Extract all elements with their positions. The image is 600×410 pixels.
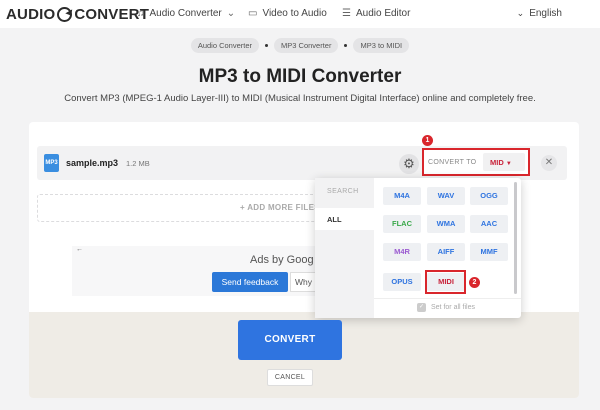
step-badge-two: 2 xyxy=(469,277,480,288)
ad-label: Ads by Goog xyxy=(250,254,314,266)
language-label: English xyxy=(529,8,562,19)
breadcrumb: Audio Converter MP3 Converter MP3 to MID… xyxy=(0,38,600,53)
logo-text-left: AUDIO xyxy=(6,6,56,23)
ad-why-button[interactable]: Why xyxy=(290,272,318,292)
format-option-opus[interactable]: OPUS xyxy=(383,273,421,291)
format-option-ogg[interactable]: OGG xyxy=(470,187,508,205)
breadcrumb-separator xyxy=(265,44,269,47)
format-option-m4r[interactable]: M4R xyxy=(383,243,421,261)
caret-down-icon: ▼ xyxy=(505,161,512,167)
mp3-file-icon: MP3 xyxy=(44,154,59,172)
format-option-flac[interactable]: FLAC xyxy=(383,215,421,233)
format-option-wav[interactable]: WAV xyxy=(427,187,465,205)
logo[interactable]: AUDIO CONVERT xyxy=(6,6,149,23)
breadcrumb-separator xyxy=(344,44,348,47)
format-category-all[interactable]: ALL xyxy=(315,208,374,230)
convert-button[interactable]: CONVERT xyxy=(238,320,342,360)
file-size: 1.2 MB xyxy=(126,159,150,168)
breadcrumb-audio-converter[interactable]: Audio Converter xyxy=(190,38,260,53)
settings-gear-icon[interactable]: ⚙ xyxy=(399,154,419,174)
cancel-button[interactable]: CANCEL xyxy=(267,369,313,386)
set-for-all-checkbox[interactable]: ✓ xyxy=(417,303,426,312)
add-more-files-label: + ADD MORE FILES xyxy=(240,203,320,212)
format-option-m4a[interactable]: M4A xyxy=(383,187,421,205)
music-note-icon: ♫ xyxy=(137,8,145,19)
nav-video-to-audio[interactable]: ▭ Video to Audio xyxy=(248,8,327,19)
format-search-input[interactable]: SEARCH xyxy=(327,188,359,195)
convert-to-label: CONVERT TO xyxy=(428,159,477,166)
format-option-mmf[interactable]: MMF xyxy=(470,243,508,261)
format-option-aiff[interactable]: AIFF xyxy=(427,243,465,261)
remove-file-close-icon[interactable]: ✕ xyxy=(541,155,557,171)
midi-highlight xyxy=(425,270,466,294)
nav-audio-converter[interactable]: ♫ Audio Converter ⌄ xyxy=(137,8,235,19)
dropdown-scrollbar[interactable] xyxy=(514,182,517,294)
video-icon: ▭ xyxy=(248,8,258,19)
page-subtitle: Convert MP3 (MPEG-1 Audio Layer-III) to … xyxy=(64,93,536,104)
page-title: MP3 to MIDI Converter xyxy=(198,66,402,87)
language-selector[interactable]: ⌄ English xyxy=(517,8,562,19)
sliders-icon: ☰ xyxy=(342,8,351,19)
file-name: sample.mp3 xyxy=(66,158,119,168)
ad-back-arrow-icon[interactable]: ← xyxy=(76,246,83,253)
step-badge-one: 1 xyxy=(422,135,433,146)
format-select[interactable]: MID ▼ xyxy=(483,153,525,171)
nav-audio-editor-label: Audio Editor xyxy=(355,8,411,19)
ad-send-feedback-button[interactable]: Send feedback xyxy=(212,272,288,292)
chevron-down-icon: ⌄ xyxy=(516,8,525,18)
chevron-down-icon: ⌄ xyxy=(226,8,236,19)
nav-audio-editor[interactable]: ☰ Audio Editor xyxy=(342,8,410,19)
breadcrumb-mp3-converter[interactable]: MP3 Converter xyxy=(274,38,339,53)
format-option-wma[interactable]: WMA xyxy=(427,215,465,233)
logo-cycle-icon xyxy=(57,7,73,22)
nav-video-to-audio-label: Video to Audio xyxy=(262,8,327,19)
set-for-all-label: Set for all files xyxy=(431,304,475,311)
format-option-aac[interactable]: AAC xyxy=(470,215,508,233)
breadcrumb-current: MP3 to MIDI xyxy=(353,38,410,53)
format-select-value: MID xyxy=(490,158,504,167)
nav-audio-converter-label: Audio Converter xyxy=(149,8,222,19)
format-category-panel xyxy=(315,178,374,318)
